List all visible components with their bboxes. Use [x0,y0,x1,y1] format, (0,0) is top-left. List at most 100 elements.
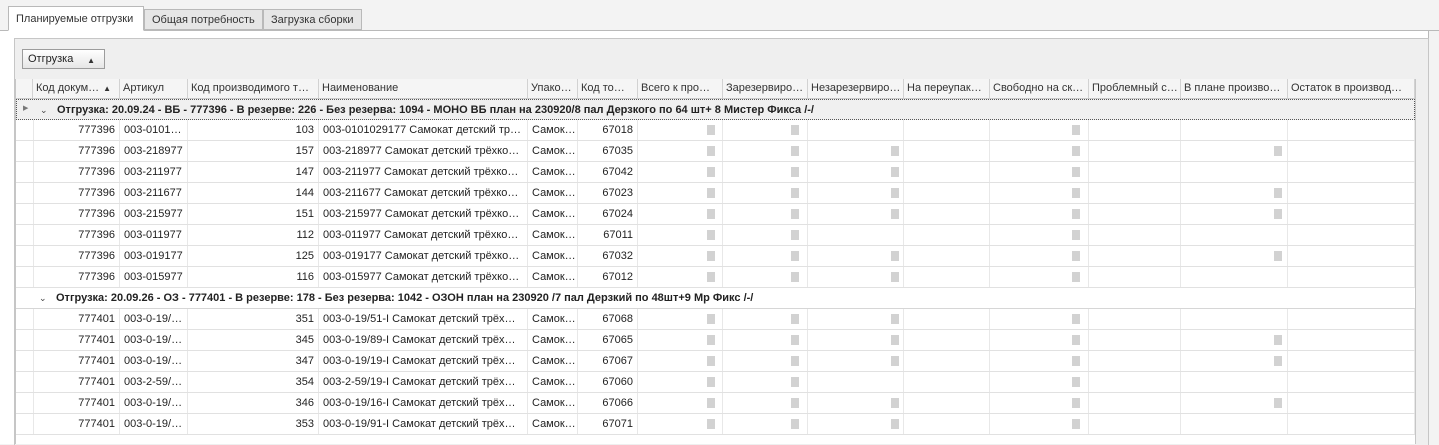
cell-prod-code: 103 [188,120,319,140]
column-header-label: Код то… [581,82,625,94]
cell-repack [904,372,990,392]
column-header-label: Незарезервиро… [811,82,901,94]
column-header-reserved[interactable]: Зарезервиро… [723,79,808,98]
cell-article: 003-019177 [120,246,188,266]
tab-assembly-load[interactable]: Загрузка сборки [263,9,362,30]
column-header-packaging[interactable]: Упако… [528,79,578,98]
column-header-total[interactable]: Всего к про… [638,79,723,98]
cell-packaging: Самок… [528,162,578,182]
table-row[interactable]: 777401 003-0-19/… 347 003-0-19/19-I Самокат… [16,351,1415,372]
tab-total-demand[interactable]: Общая потребность [144,9,263,30]
collapse-chevron-icon[interactable]: ⌄ [39,288,47,308]
cell-problem [1089,162,1181,182]
cell-remaining [1288,309,1415,329]
column-header-repack[interactable]: На переупак… [904,79,990,98]
redacted-value [1274,251,1282,261]
cell-name: 003-011977 Самокат детский трёхко… [319,225,528,245]
cell-prod-code: 346 [188,393,319,413]
group-row[interactable]: ⌄ Отгрузка: 20.09.26 - ОЗ - 777401 - В ре… [16,288,1415,309]
column-header-remaining[interactable]: Остаток в производ… [1288,79,1415,98]
column-header-name[interactable]: Наименование [319,79,528,98]
redacted-value [707,377,715,387]
cell-prod-code: 151 [188,204,319,224]
cell-repack [904,330,990,350]
cell-repack [904,225,990,245]
table-row[interactable]: 777401 003-0-19/… 345 003-0-19/89-I Самокат… [16,330,1415,351]
cell-remaining [1288,141,1415,161]
cell-article: 003-0-19/… [120,414,188,434]
table-row[interactable]: 777396 003-015977 116 003-015977 Самокат де… [16,267,1415,288]
cell-doc-code: 777401 [33,393,120,413]
redacted-value [707,125,715,135]
redacted-value [1072,188,1080,198]
group-row[interactable]: ▶ ⌄ Отгрузка: 20.09.24 - ВБ - 777396 - В р… [16,99,1415,120]
cell-name: 003-218977 Самокат детский трёхко… [319,141,528,161]
table-row[interactable]: 777396 003-211977 147 003-211977 Самокат де… [16,162,1415,183]
cell-repack [904,141,990,161]
cell-remaining [1288,330,1415,350]
cell-problem [1089,141,1181,161]
table-row[interactable]: 777396 003-0101… 103 003-0101029177 Самокат… [16,120,1415,141]
table-row[interactable]: 777401 003-0-19/… 353 003-0-19/91-I Самокат… [16,414,1415,435]
redacted-value [1072,356,1080,366]
cell-article: 003-0-19/… [120,309,188,329]
redacted-value [1274,188,1282,198]
column-header-in-plan[interactable]: В плане произво… [1181,79,1288,98]
redacted-value [791,209,799,219]
table-row[interactable]: 777396 003-011977 112 003-011977 Самокат де… [16,225,1415,246]
row-indent [16,225,34,245]
table-row[interactable]: 777401 003-2-59/… 354 003-2-59/19-I Самокат… [16,372,1415,393]
redacted-value [891,251,899,261]
cell-item-code: 67018 [578,120,638,140]
cell-problem [1089,372,1181,392]
column-header-article[interactable]: Артикул [120,79,188,98]
table-row[interactable]: 777396 003-019177 125 003-019177 Самокат де… [16,246,1415,267]
cell-in-plan [1181,183,1288,203]
cell-remaining [1288,225,1415,245]
column-header-problem[interactable]: Проблемный с… [1089,79,1181,98]
cell-repack [904,393,990,413]
cell-name: 003-211977 Самокат детский трёхко… [319,162,528,182]
cell-packaging: Самок… [528,141,578,161]
column-header-prod-code[interactable]: Код производимого т… [188,79,319,98]
cell-unreserved [808,351,904,371]
table-row[interactable]: 777396 003-218977 157 003-218977 Самокат де… [16,141,1415,162]
tab-strip: Планируемые отгрузки Общая потребность З… [0,0,1439,31]
cell-remaining [1288,120,1415,140]
group-row-title: Отгрузка: 20.09.24 - ВБ - 777396 - В рез… [57,104,814,116]
collapse-chevron-icon[interactable]: ⌄ [40,100,48,120]
table-row[interactable]: 777401 003-0-19/… 346 003-0-19/16-I Самокат… [16,393,1415,414]
cell-name: 003-0-19/19-I Самокат детский трёх… [319,351,528,371]
shipments-grid: Код докум… ▲ Артикул Код производимого т… На… [15,79,1416,444]
column-header-free-stock[interactable]: Свободно на ск… [990,79,1089,98]
row-indent [16,267,34,287]
cell-name: 003-0-19/89-I Самокат детский трёх… [319,330,528,350]
cell-prod-code: 116 [188,267,319,287]
group-by-shipment-button[interactable]: Отгрузка ▲ [22,49,105,69]
cell-article: 003-211677 [120,183,188,203]
redacted-value [891,356,899,366]
row-indent [16,183,34,203]
cell-unreserved [808,372,904,392]
cell-item-code: 67024 [578,204,638,224]
cell-item-code: 67067 [578,351,638,371]
tab-planned-shipments[interactable]: Планируемые отгрузки [8,6,144,31]
column-header-unreserved[interactable]: Незарезервиро… [808,79,904,98]
cell-item-code: 67068 [578,309,638,329]
cell-in-plan [1181,225,1288,245]
redacted-value [791,188,799,198]
cell-name: 003-2-59/19-I Самокат детский трёх… [319,372,528,392]
redacted-value [791,251,799,261]
cell-doc-code: 777396 [33,246,120,266]
table-row[interactable]: 777401 003-0-19/… 351 003-0-19/51-I Самокат… [16,309,1415,330]
redacted-value [707,272,715,282]
column-header-item-code[interactable]: Код то… [578,79,638,98]
table-row[interactable]: 777396 003-211677 144 003-211677 Самокат де… [16,183,1415,204]
cell-article: 003-0-19/… [120,330,188,350]
row-indent [16,330,34,350]
row-indent [16,393,34,413]
cell-packaging: Самок… [528,246,578,266]
column-header-doc-code[interactable]: Код докум… ▲ [33,79,120,98]
table-row[interactable]: 777396 003-215977 151 003-215977 Самокат де… [16,204,1415,225]
cell-packaging: Самок… [528,351,578,371]
